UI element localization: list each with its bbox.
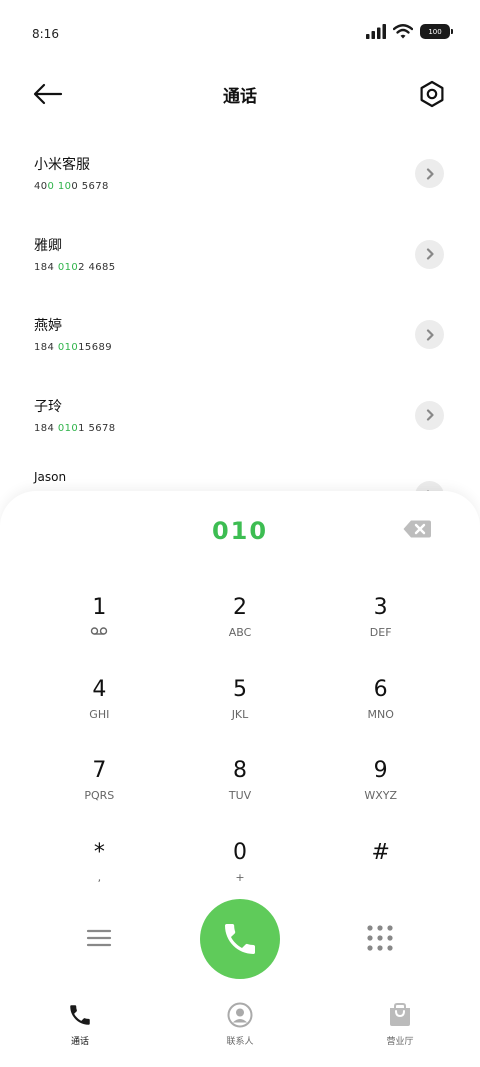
contact-list: 小米客服 400 100 5678 雅卿 184 0102 4685 燕婷 18… — [0, 134, 480, 537]
dialpad-toggle-button[interactable] — [366, 924, 394, 952]
key-digit: 6 — [373, 676, 388, 702]
dialpad-grid-icon — [367, 925, 393, 951]
tab-service-hall[interactable]: 营业厅 — [320, 988, 480, 1067]
contact-name: 雅卿 — [34, 237, 62, 254]
keypad: 1 2 ABC 3 DEF 4 GHI 5 JKL 6 MNO 7 PQRS 8… — [29, 587, 451, 913]
chevron-right-icon — [426, 248, 434, 260]
tab-label: 联系人 — [226, 1037, 254, 1047]
dialpad-sheet: 010 1 2 ABC 3 DEF 4 GHI 5 JKL 6 MNO 7 PQ… — [0, 491, 480, 1067]
key-letters: DEF — [369, 626, 392, 639]
contact-number: 184 0102 4685 — [34, 261, 116, 273]
key-digit: 8 — [232, 758, 247, 783]
contact-number: 184 01015689 — [34, 342, 112, 353]
list-item[interactable]: 子玲 184 0101 5678 — [0, 376, 480, 457]
key-digit: 0 — [232, 839, 247, 865]
page-title: 通话 — [223, 87, 257, 107]
detail-arrow-button[interactable] — [415, 320, 444, 349]
chevron-right-icon — [426, 409, 434, 421]
key-digit: 7 — [92, 758, 107, 783]
key-6[interactable]: 6 MNO — [310, 669, 451, 751]
key-4[interactable]: 4 GHI — [29, 669, 170, 751]
wifi-icon — [393, 24, 413, 39]
key-letters: WXYZ — [364, 789, 397, 802]
key-digit: 5 — [232, 676, 247, 702]
header: 通话 — [0, 66, 480, 122]
detail-arrow-button[interactable] — [415, 239, 444, 269]
key-letters: PQRS — [84, 789, 115, 802]
battery-icon: 100 — [420, 24, 453, 39]
key-digit: 2 — [232, 595, 247, 620]
list-item[interactable]: 小米客服 400 100 5678 — [0, 134, 480, 215]
menu-button[interactable] — [86, 925, 112, 951]
backspace-icon — [403, 520, 431, 538]
key-3[interactable]: 3 DEF — [310, 587, 451, 669]
backspace-button[interactable] — [402, 519, 432, 543]
key-letters: JKL — [231, 707, 249, 721]
signal-icon — [366, 24, 386, 39]
key-letters: + — [235, 870, 245, 884]
battery-level: 100 — [428, 27, 442, 36]
detail-arrow-button[interactable] — [415, 159, 444, 188]
key-1[interactable]: 1 — [29, 587, 170, 669]
key-digit: 9 — [373, 758, 388, 783]
tab-calls[interactable]: 通话 — [0, 988, 160, 1067]
list-item[interactable]: 雅卿 184 0102 4685 — [0, 215, 480, 296]
action-row — [0, 899, 480, 979]
contact-name: 小米客服 — [34, 157, 90, 173]
status-time: 8:16 — [32, 27, 59, 41]
phone-icon — [225, 924, 255, 954]
contact-name: Jason — [34, 470, 67, 484]
chevron-right-icon — [426, 167, 434, 180]
key-letters: GHI — [89, 707, 110, 721]
key-8[interactable]: 8 TUV — [170, 750, 311, 832]
key-digit: 1 — [92, 595, 107, 620]
key-letters: ABC — [228, 626, 252, 639]
call-button[interactable] — [200, 899, 280, 979]
shopping-bag-icon — [390, 1003, 410, 1026]
key-letters: MNO — [367, 707, 394, 721]
tab-label: 营业厅 — [386, 1037, 414, 1047]
settings-button[interactable] — [416, 78, 448, 110]
menu-icon — [86, 929, 112, 947]
tab-label: 通话 — [70, 1037, 89, 1047]
tab-contacts[interactable]: 联系人 — [160, 988, 320, 1067]
contact-number: 400 100 5678 — [34, 181, 109, 192]
contact-number: 184 0101 5678 — [34, 422, 116, 434]
bottom-nav: 通话 联系人 营业厅 — [0, 988, 480, 1067]
key-digit: 4 — [92, 676, 107, 702]
key-letters: , — [97, 870, 102, 884]
key-5[interactable]: 5 JKL — [170, 669, 311, 751]
key-digit: 3 — [373, 595, 388, 620]
status-bar: 8:16 100 — [0, 0, 480, 66]
phone-icon — [70, 1005, 90, 1025]
status-icons: 100 — [366, 24, 453, 39]
list-item[interactable]: 燕婷 184 01015689 — [0, 295, 480, 376]
contact-icon — [227, 1002, 253, 1028]
key-7[interactable]: 7 PQRS — [29, 750, 170, 832]
key-digit: * — [93, 839, 105, 865]
chevron-right-icon — [426, 328, 434, 341]
settings-hexagon-icon — [420, 80, 444, 108]
key-2[interactable]: 2 ABC — [170, 587, 311, 669]
contact-name: 子玲 — [34, 398, 62, 415]
detail-arrow-button[interactable] — [415, 400, 444, 430]
voicemail-icon — [90, 626, 108, 640]
key-digit: # — [371, 839, 390, 865]
contact-name: 燕婷 — [34, 318, 62, 334]
key-9[interactable]: 9 WXYZ — [310, 750, 451, 832]
key-letters: TUV — [228, 789, 252, 802]
